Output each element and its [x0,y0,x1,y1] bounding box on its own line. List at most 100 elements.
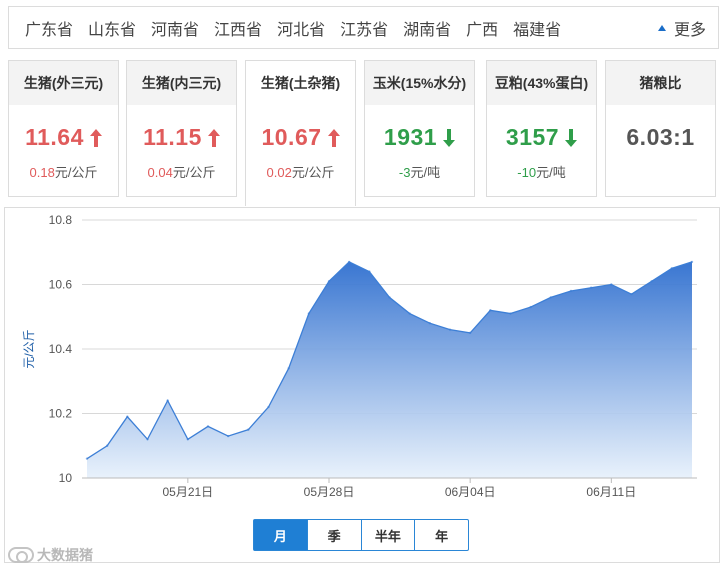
data-point [186,438,190,441]
data-point [650,280,653,283]
data-point [247,428,250,431]
price-change-value: -3 [398,165,411,180]
data-point [105,444,109,447]
price-card-title: 生猪(土杂猪) [246,61,355,105]
more-provinces-button[interactable]: 更多 [657,7,706,48]
y-tick-label: 10.4 [49,342,73,356]
price-card-change: 0.04元/公斤 [127,162,236,181]
province-item[interactable]: 湖南省 [403,16,451,40]
price-card[interactable]: 生猪(外三元) 11.64 0.18元/公斤 [8,60,119,197]
watermark-logo: 大数据猪 [8,545,93,565]
province-item[interactable]: 广东省 [25,16,73,40]
data-point [549,296,553,299]
brand-logo-icon [8,547,34,563]
province-filter-bar: 广东省 山东省 河南省 江西省 河北省 江苏省 湖南省 广西 福建省 更多 [8,6,719,49]
caret-up-icon [657,24,666,31]
price-card-value-row: 3157 [487,124,596,151]
province-item[interactable]: 广西 [466,16,498,40]
data-point [610,283,613,286]
price-card-change: -3元/吨 [365,162,474,181]
price-card-value: 6.03:1 [626,124,695,150]
data-point [408,312,411,315]
more-label: 更多 [673,21,706,39]
province-item[interactable]: 河南省 [151,16,199,40]
y-axis-label: 元/公斤 [22,329,36,368]
price-card[interactable]: 生猪(土杂猪) 10.67 0.02元/公斤 [245,60,356,206]
data-point [126,415,129,418]
price-trend-chart: 10 10.2 10.4 10.6 10.8 05月21日 05月28日 06月04日 06月1… [4,207,720,563]
data-point [368,270,371,273]
province-item[interactable]: 江西省 [214,16,262,40]
price-card-title: 玉米(15%水分) [365,61,474,105]
province-item[interactable]: 山东省 [88,16,136,40]
data-point [307,312,311,315]
price-change-unit: 元/公斤 [172,165,216,180]
price-change-value: 0.02 [266,165,292,180]
price-card[interactable]: 猪粮比 6.03:1 [605,60,716,197]
period-tab[interactable]: 月 [254,520,308,550]
price-card-value-row: 11.15 [127,124,236,151]
price-card[interactable]: 生猪(内三元) 11.15 0.04元/公斤 [126,60,237,197]
price-card-value: 11.64 [25,124,84,150]
data-point [509,312,512,315]
price-card-value-row: 11.64 [9,124,118,151]
period-tab[interactable]: 半年 [362,520,416,550]
period-tab[interactable]: 年 [415,520,468,550]
price-card-title: 豆粕(43%蛋白) [487,61,596,105]
x-tick-label: 06月04日 [445,485,496,499]
price-card-value: 10.67 [261,124,322,150]
price-card-title: 生猪(外三元) [9,61,118,105]
data-point [85,457,89,460]
data-point [569,289,573,293]
data-point [327,280,331,283]
x-tick-label: 05月28日 [304,485,355,499]
data-point [630,292,633,296]
price-card-value: 1931 [383,124,438,150]
data-point [670,267,674,270]
price-card[interactable]: 豆粕(43%蛋白) 3157 -10元/吨 [486,60,597,197]
data-point [388,296,391,299]
data-point [448,328,452,331]
y-tick-label: 10 [59,471,73,485]
data-point [347,260,351,264]
data-point [146,438,149,441]
x-tick-label: 06月11日 [586,485,636,499]
y-tick-label: 10.6 [49,278,73,292]
price-card-change: 0.18元/公斤 [9,162,118,181]
price-card-value: 3157 [505,124,560,150]
province-list: 广东省 山东省 河南省 江西省 河北省 江苏省 湖南省 广西 福建省 [25,7,576,48]
y-tick-label: 10.2 [49,407,73,421]
price-card-title: 猪粮比 [606,61,715,105]
arrow-up-icon [327,128,340,147]
data-point [267,405,270,409]
price-card-change: 0.02元/公斤 [246,162,355,181]
data-point [690,260,694,264]
data-point [166,399,169,402]
price-card[interactable]: 玉米(15%水分) 1931 -3元/吨 [364,60,475,197]
price-change-unit: 元/公斤 [291,165,335,180]
data-point [428,322,432,325]
price-card-value: 11.15 [143,124,202,150]
period-tab[interactable]: 季 [308,520,362,550]
price-change-unit: 元/吨 [536,165,566,180]
data-point [489,309,492,312]
price-card-value-row: 1931 [365,124,474,151]
price-change-value: 0.18 [29,165,55,180]
data-point [287,367,290,370]
data-point [226,434,230,438]
province-item[interactable]: 福建省 [513,16,561,40]
data-point [468,331,472,335]
period-tab-group: 月季半年年 [253,519,469,551]
price-area-chart-svg: 10 10.2 10.4 10.6 10.8 05月21日 05月28日 06月04日 06月1… [22,213,697,499]
watermark-text: 大数据猪 [37,547,93,563]
price-card-title: 生猪(内三元) [127,61,236,105]
price-card-change: -10元/吨 [487,162,596,181]
province-item[interactable]: 河北省 [277,16,325,40]
price-change-unit: 元/公斤 [54,165,98,180]
province-item[interactable]: 江苏省 [340,16,388,40]
arrow-up-icon [207,128,220,147]
y-tick-label: 10.8 [49,213,73,227]
data-point [529,305,532,309]
price-change-value: 0.04 [147,165,173,180]
price-change-value: -10 [517,165,537,180]
